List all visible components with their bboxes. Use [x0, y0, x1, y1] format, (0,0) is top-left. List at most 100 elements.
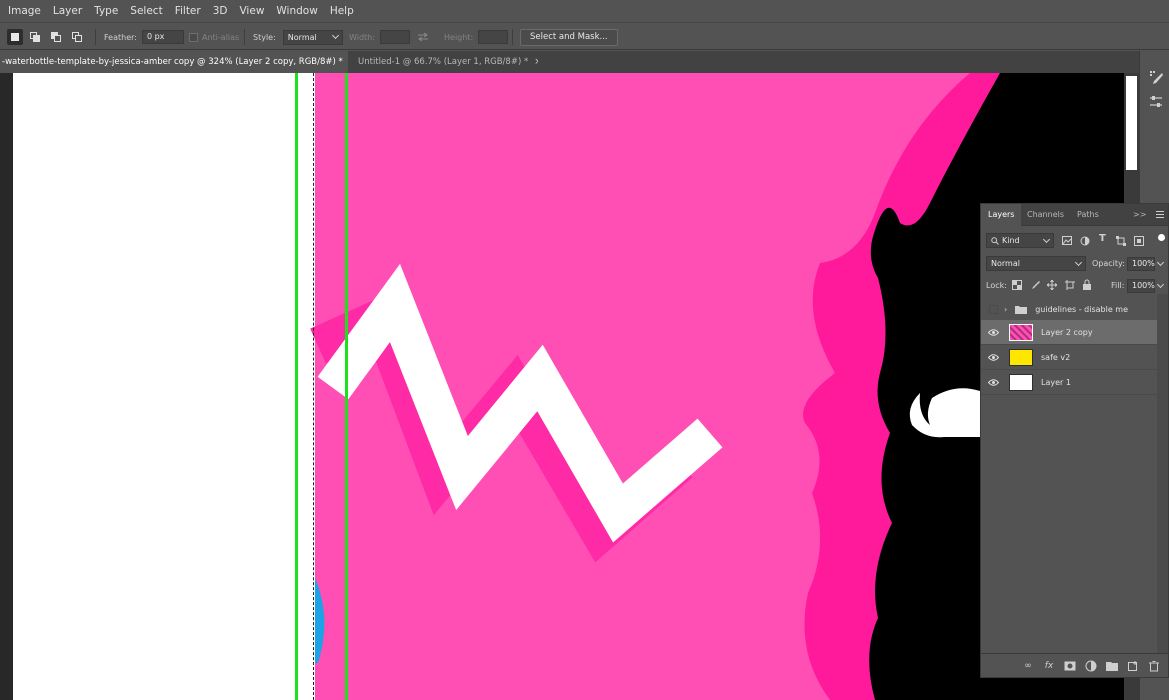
blend-row: Normal Opacity: 100%	[981, 255, 1168, 273]
swap-dimensions-button[interactable]	[417, 23, 429, 51]
width-input[interactable]	[379, 30, 410, 44]
layers-scrollbar[interactable]	[1157, 294, 1168, 654]
layer-thumbnail	[1009, 348, 1033, 366]
chevron-right-icon[interactable]: ›	[1004, 305, 1007, 314]
visibility-toggle[interactable]	[985, 320, 1001, 345]
width-label: Width:	[349, 32, 375, 42]
menu-layer[interactable]: Layer	[47, 0, 88, 22]
filter-shape-icon[interactable]	[1116, 236, 1126, 246]
height-input[interactable]	[478, 30, 509, 44]
close-icon[interactable]: ×	[534, 57, 538, 67]
menu-select[interactable]: Select	[124, 0, 168, 22]
menu-type[interactable]: Type	[88, 0, 124, 22]
layer-thumbnail	[1009, 373, 1033, 391]
menu-window[interactable]: Window	[270, 0, 323, 22]
layer-row-layer-2-copy[interactable]: Layer 2 copy	[981, 320, 1157, 345]
blend-mode-dropdown[interactable]: Normal	[986, 256, 1086, 271]
style-label: Style:	[253, 32, 276, 42]
opacity-input[interactable]: 100%	[1127, 257, 1155, 271]
divider	[512, 29, 513, 45]
fill-label: Fill:	[1111, 281, 1125, 290]
new-selection-icon	[7, 29, 23, 45]
layer-filter-row: Kind T	[981, 233, 1168, 251]
add-selection-button[interactable]	[27, 23, 43, 51]
menu-view[interactable]: View	[233, 0, 270, 22]
menu-help[interactable]: Help	[324, 0, 360, 22]
layer-name: guidelines - disable me	[1035, 304, 1129, 314]
lock-brush-icon[interactable]	[1030, 280, 1040, 290]
divider	[95, 29, 96, 45]
layer-name: safe v2	[1041, 352, 1071, 362]
menu-filter[interactable]: Filter	[169, 0, 207, 22]
layer-row-guidelines[interactable]: › guidelines - disable me	[981, 297, 1157, 322]
new-group-folder-icon[interactable]	[1106, 660, 1118, 672]
filter-pixel-icon[interactable]	[1062, 236, 1072, 245]
intersect-selection-button[interactable]	[69, 23, 85, 51]
tab-waterbottle-template[interactable]: -waterbottle-template-by-jessica-amber c…	[0, 51, 348, 73]
feather-input[interactable]: 0 px	[141, 30, 184, 44]
panel-tab-bar: Layers Channels Paths >>	[981, 204, 1168, 226]
visibility-toggle[interactable]	[985, 370, 1001, 395]
tab-untitled-1[interactable]: Untitled-1 @ 66.7% (Layer 1, RGB/8#) * ×	[348, 51, 538, 73]
new-layer-icon[interactable]	[1127, 660, 1139, 672]
lock-all-icon[interactable]	[1082, 279, 1092, 290]
document-canvas[interactable]	[0, 73, 1139, 700]
new-selection-button[interactable]	[7, 23, 23, 51]
lock-transparent-icon[interactable]	[1012, 280, 1022, 290]
visibility-toggle[interactable]	[985, 345, 1001, 370]
layer-row-safe-v2[interactable]: safe v2	[981, 345, 1157, 370]
lock-label: Lock:	[986, 281, 1007, 290]
chevron-down-icon	[1074, 258, 1083, 266]
filter-type-icon[interactable]: T	[1099, 233, 1106, 244]
adjustment-layer-icon[interactable]	[1085, 660, 1097, 672]
panel-menu-icon[interactable]	[1156, 211, 1164, 218]
style-dropdown[interactable]: Normal	[282, 29, 343, 45]
swap-arrows-icon	[418, 32, 428, 42]
chevron-down-icon	[331, 31, 339, 40]
filter-smart-object-icon[interactable]	[1134, 236, 1144, 246]
hidden-visibility-icon	[988, 304, 998, 314]
tab-paths[interactable]: Paths	[1070, 204, 1106, 226]
lock-move-icon[interactable]	[1047, 280, 1057, 290]
divider	[244, 29, 245, 45]
filter-adjustment-icon[interactable]	[1080, 236, 1090, 246]
chevron-down-icon[interactable]	[1156, 258, 1165, 267]
select-and-mask-button[interactable]: Select and Mask...	[520, 28, 618, 46]
tab-layers[interactable]: Layers	[981, 204, 1022, 226]
scrollbar-thumb[interactable]	[1126, 76, 1137, 170]
layer-name: Layer 1	[1041, 377, 1071, 387]
tab-title: -waterbottle-template-by-jessica-amber c…	[2, 57, 343, 67]
antialias-checkbox[interactable]	[189, 32, 198, 42]
menu-3d[interactable]: 3D	[207, 0, 234, 22]
layers-panel: Layers Channels Paths >> Kind T Normal O…	[980, 203, 1169, 678]
tab-channels[interactable]: Channels	[1020, 204, 1071, 226]
chevron-down-icon[interactable]	[1156, 280, 1165, 289]
layer-row-layer-1[interactable]: Layer 1	[981, 370, 1157, 395]
artwork	[310, 73, 1124, 700]
layers-panel-footer: ∞ fx	[981, 653, 1168, 677]
document-tab-bar: -waterbottle-template-by-jessica-amber c…	[0, 51, 1139, 73]
trash-icon[interactable]	[1148, 660, 1160, 672]
filter-toggle-icon[interactable]	[1158, 234, 1165, 241]
fx-icon[interactable]: fx	[1043, 660, 1055, 672]
chevron-down-icon	[1042, 235, 1051, 243]
fill-input[interactable]: 100%	[1127, 279, 1155, 293]
search-icon	[991, 236, 999, 245]
panel-collapse-icon[interactable]: >>	[1129, 204, 1150, 226]
eye-icon	[987, 378, 999, 386]
filter-kind-dropdown[interactable]: Kind	[986, 233, 1054, 248]
options-bar: Feather: 0 px Anti-alias Style: Normal W…	[0, 22, 1169, 50]
add-mask-icon[interactable]	[1064, 660, 1076, 672]
lock-artboard-icon[interactable]	[1065, 280, 1075, 290]
link-layers-icon[interactable]: ∞	[1022, 660, 1034, 672]
layer-thumbnail	[1009, 323, 1033, 341]
subtract-selection-button[interactable]	[48, 23, 64, 51]
lock-row: Lock: Fill: 100%	[981, 277, 1168, 295]
brush-settings-icon[interactable]	[1148, 70, 1164, 86]
green-guide-rectangle	[295, 73, 348, 700]
menu-image[interactable]: Image	[2, 0, 47, 22]
visibility-toggle[interactable]	[985, 297, 1001, 322]
menu-bar: Image Layer Type Select Filter 3D View W…	[0, 0, 1169, 22]
antialias-label: Anti-alias	[202, 32, 240, 42]
adjustments-sliders-icon[interactable]	[1148, 94, 1164, 110]
